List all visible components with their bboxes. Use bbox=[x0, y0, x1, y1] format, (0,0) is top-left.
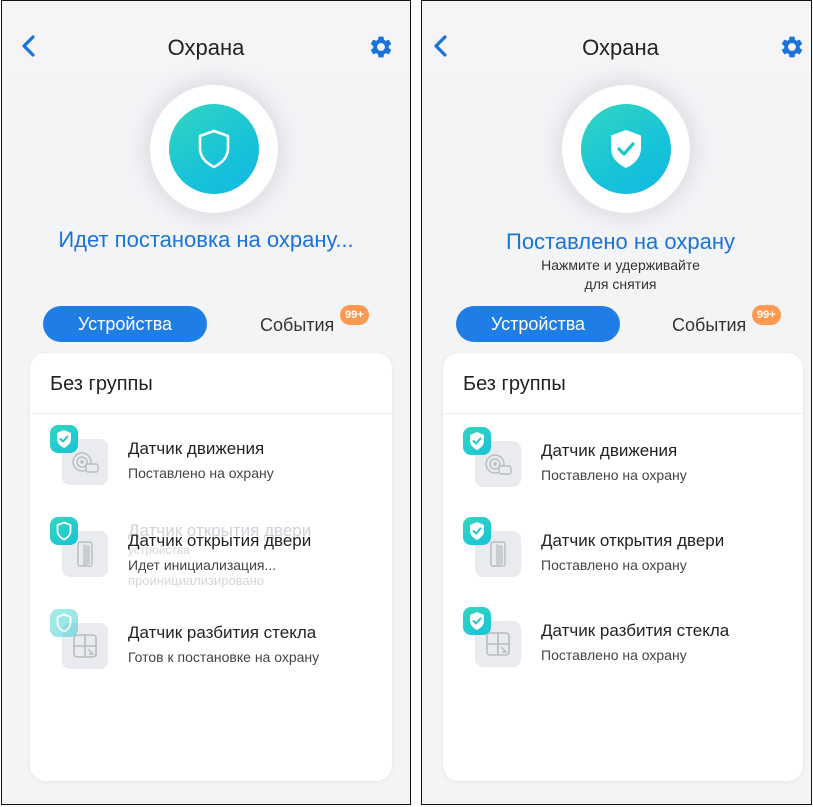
device-name: Датчик движения bbox=[128, 439, 265, 458]
device-status: Поставлено на охрану bbox=[541, 647, 687, 663]
shield-icon bbox=[56, 521, 72, 541]
events-count-badge: 99+ bbox=[340, 305, 369, 325]
page-title: Охрана bbox=[167, 35, 245, 60]
tab-events-label: События bbox=[260, 315, 335, 335]
tab-events[interactable]: События 99+ bbox=[672, 305, 781, 336]
shield-check-icon bbox=[611, 130, 641, 168]
device-name: Датчик движения bbox=[541, 441, 678, 460]
screen-arming: Охрана Идет постановка на охрану... Устр… bbox=[1, 0, 411, 805]
armed-check-badge bbox=[463, 607, 491, 635]
tab-devices[interactable]: Устройства bbox=[456, 306, 620, 342]
page-title: Охрана bbox=[582, 35, 659, 60]
device-status: Поставлено на охрану bbox=[541, 557, 687, 573]
device-status: Готов к постановке на охрану bbox=[128, 649, 320, 665]
shield-check-icon bbox=[470, 432, 484, 450]
arm-button[interactable] bbox=[150, 85, 278, 213]
tab-events-label: События bbox=[672, 315, 747, 335]
arming-badge bbox=[50, 517, 78, 545]
device-status-ghost: проинициализировано bbox=[128, 573, 265, 588]
disarm-button[interactable] bbox=[562, 85, 690, 213]
armed-check-badge bbox=[463, 517, 491, 545]
device-row-door[interactable]: Датчик открытия двери Поставлено на охра… bbox=[463, 517, 793, 587]
shield-check-icon bbox=[470, 612, 484, 630]
disarm-hint-line1: Нажмите и удерживайте bbox=[541, 257, 700, 273]
shield-icon bbox=[56, 613, 72, 633]
arming-status: Идет постановка на охрану... bbox=[58, 227, 354, 252]
devices-card: Без группы Датчик движения Поставлено на… bbox=[443, 353, 803, 781]
device-name: Датчик открытия двери bbox=[541, 531, 725, 550]
device-row-motion[interactable]: Датчик движения Поставлено на охрану bbox=[50, 425, 380, 495]
tab-events[interactable]: События 99+ bbox=[260, 305, 369, 336]
shield-check-icon bbox=[57, 430, 71, 448]
divider bbox=[443, 413, 803, 414]
device-status: Поставлено на охрану bbox=[541, 467, 687, 483]
shield-icon bbox=[198, 129, 230, 169]
top-bar: Охрана bbox=[2, 1, 410, 73]
armed-status: Поставлено на охрану bbox=[506, 229, 735, 254]
disarm-hint-line2: для снятия bbox=[584, 276, 657, 292]
ready-badge bbox=[50, 609, 78, 637]
shield-orb bbox=[169, 104, 259, 194]
device-name: Датчик разбития стекла bbox=[541, 621, 730, 640]
device-name: Датчик разбития стекла bbox=[128, 623, 317, 642]
device-row-motion[interactable]: Датчик движения Поставлено на охрану bbox=[463, 427, 793, 497]
gear-icon[interactable] bbox=[368, 34, 394, 60]
device-status: Идет инициализация... bbox=[128, 557, 277, 573]
group-title: Без группы bbox=[463, 373, 566, 395]
armed-check-badge bbox=[50, 425, 78, 453]
device-status: Поставлено на охрану bbox=[128, 465, 274, 481]
top-bar: Охрана bbox=[422, 1, 811, 73]
device-row-glass[interactable]: Датчик разбития стекла Поставлено на охр… bbox=[463, 607, 793, 677]
device-row-door[interactable]: Датчик открытия двери устройства проиниц… bbox=[50, 517, 380, 588]
armed-check-badge bbox=[463, 427, 491, 455]
group-title: Без группы bbox=[50, 373, 153, 395]
shield-check-icon bbox=[470, 522, 484, 540]
shield-orb bbox=[581, 104, 671, 194]
device-name: Датчик открытия двери bbox=[128, 531, 312, 550]
screen-armed: Охрана Поставлено на охрану Нажмите и уд… bbox=[421, 0, 812, 805]
device-row-glass[interactable]: Датчик разбития стекла Готов к постановк… bbox=[50, 609, 380, 679]
events-count-badge: 99+ bbox=[752, 305, 781, 325]
devices-card: Без группы Датчик движения Поставлено на… bbox=[30, 353, 392, 781]
tab-devices[interactable]: Устройства bbox=[43, 306, 207, 342]
gear-icon[interactable] bbox=[779, 34, 805, 60]
divider bbox=[30, 413, 392, 414]
